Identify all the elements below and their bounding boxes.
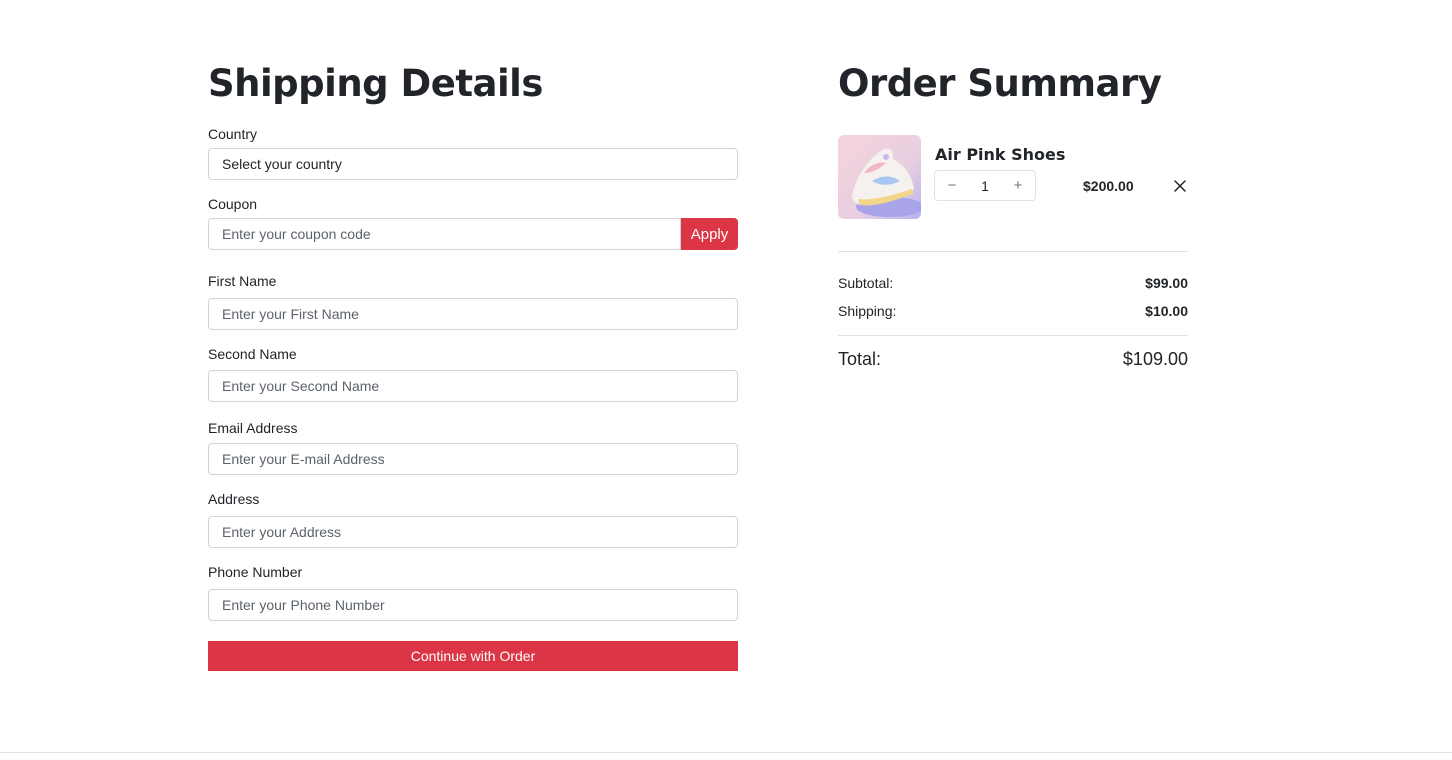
product-name: Air Pink Shoes <box>935 145 1066 164</box>
increment-button[interactable]: + <box>1011 171 1025 200</box>
remove-item-button[interactable] <box>1173 179 1187 193</box>
decrement-button[interactable]: − <box>945 171 959 200</box>
country-label: Country <box>208 126 258 142</box>
phone-label: Phone Number <box>208 564 303 580</box>
quantity-value[interactable]: 1 <box>981 178 989 194</box>
cart-item: Air Pink Shoes − 1 + $200.00 <box>838 135 1188 219</box>
quantity-stepper: − 1 + <box>934 170 1036 201</box>
subtotal-value: $99.00 <box>1145 275 1188 291</box>
product-image <box>838 135 921 219</box>
total-label: Total: <box>838 349 882 369</box>
subtotal-row: Subtotal: $99.00 <box>838 275 1188 291</box>
coupon-input[interactable] <box>208 218 681 250</box>
summary-divider <box>838 251 1188 252</box>
checkout-page: Shipping Details Country Select your cou… <box>0 0 1452 760</box>
shipping-title: Shipping Details <box>208 62 543 105</box>
close-icon <box>1174 180 1186 192</box>
second-name-label: Second Name <box>208 346 297 362</box>
address-input[interactable] <box>208 516 738 548</box>
first-name-input[interactable] <box>208 298 738 330</box>
second-name-input[interactable] <box>208 370 738 402</box>
sneaker-image <box>838 135 921 219</box>
shipping-details-section: Shipping Details Country Select your cou… <box>208 60 738 671</box>
order-summary-section: Order Summary Air Pink Shoes − 1 + $200.… <box>838 60 1188 369</box>
email-input[interactable] <box>208 443 738 475</box>
continue-order-button[interactable]: Continue with Order <box>208 641 738 671</box>
address-label: Address <box>208 491 260 507</box>
phone-input[interactable] <box>208 589 738 621</box>
total-row: Total: $109.00 <box>838 349 1188 369</box>
first-name-label: First Name <box>208 273 277 289</box>
total-divider <box>838 335 1188 336</box>
coupon-label: Coupon <box>208 196 258 212</box>
product-price: $200.00 <box>1083 178 1134 194</box>
apply-coupon-button[interactable]: Apply <box>681 218 738 250</box>
order-summary-title: Order Summary <box>838 62 1162 105</box>
shipping-value: $10.00 <box>1145 303 1188 319</box>
footer-divider <box>0 752 1452 753</box>
total-value: $109.00 <box>1122 349 1188 369</box>
subtotal-label: Subtotal: <box>838 275 894 291</box>
country-select[interactable]: Select your country <box>208 148 738 180</box>
shipping-label: Shipping: <box>838 303 897 319</box>
country-select-value: Select your country <box>222 156 342 172</box>
shipping-row: Shipping: $10.00 <box>838 303 1188 319</box>
coupon-group: Apply <box>208 218 738 250</box>
email-label: Email Address <box>208 420 298 436</box>
